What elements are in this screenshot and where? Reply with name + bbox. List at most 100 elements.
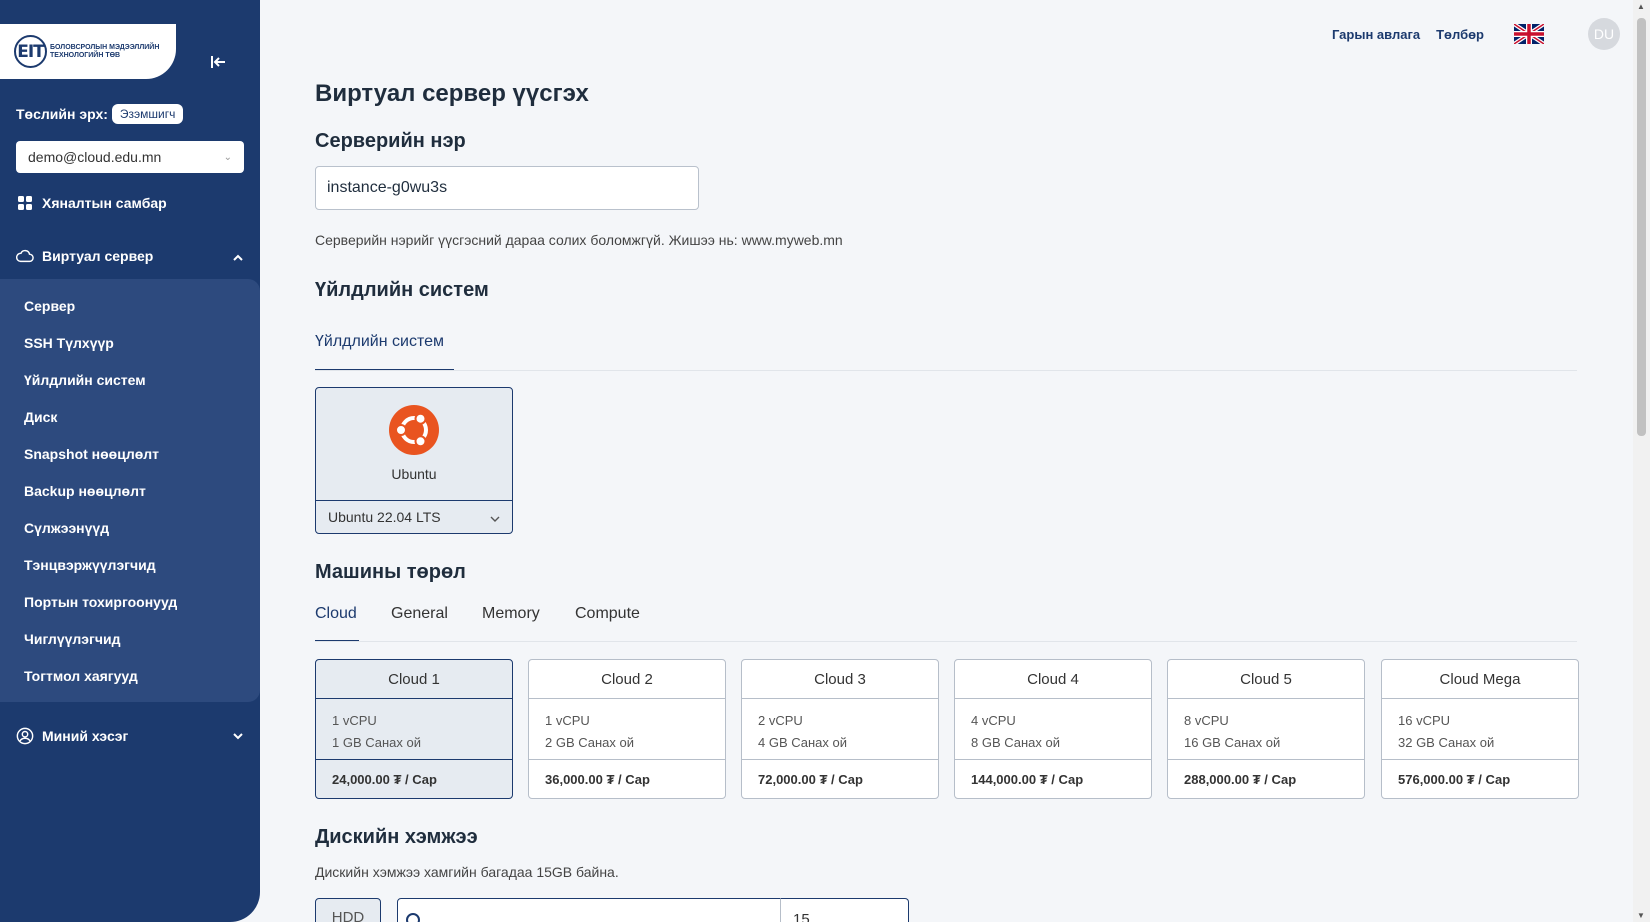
tab-general[interactable]: General (391, 605, 448, 623)
server-name-hint: Серверийн нэрийг үүсгэсний дараа солих б… (315, 232, 843, 248)
submenu-item-ssh-key[interactable]: SSH Түлхүүр (24, 335, 114, 351)
scroll-up-icon[interactable]: ▲ (1637, 2, 1645, 11)
sidebar: EIT БОЛОВСРОЛЫН МЭДЭЭЛЛИЙН ТЕХНОЛОГИЙН Т… (0, 0, 260, 922)
chevron-up-icon (232, 248, 244, 264)
disk-type-button[interactable]: HDD (315, 898, 381, 922)
os-name: Ubuntu (391, 466, 437, 482)
submenu-item-server[interactable]: Сервер (24, 298, 75, 314)
plan-ram: 2 GB Санах ой (545, 735, 635, 750)
scroll-down-icon[interactable]: ▼ (1637, 911, 1645, 920)
nav-dashboard[interactable]: Хяналтын самбар (16, 194, 244, 212)
nav-virtual-server-label: Виртуал сервер (42, 248, 154, 264)
plan-ram: 16 GB Санах ой (1184, 735, 1281, 750)
account-value: demo@cloud.edu.mn (28, 149, 162, 165)
role-badge: Эзэмшигч (111, 104, 184, 124)
plan-name: Cloud 3 (742, 660, 938, 699)
cloud-icon (16, 247, 34, 265)
plan-name: Cloud 4 (955, 660, 1151, 699)
grid-icon (16, 194, 34, 212)
plan-name: Cloud 2 (529, 660, 725, 699)
slider-handle[interactable] (406, 913, 420, 922)
role-label: Төслийн эрх: (16, 106, 108, 122)
disk-size-input[interactable]: 15 (780, 898, 909, 922)
server-name-input[interactable]: instance-g0wu3s (315, 166, 699, 210)
os-card-ubuntu[interactable]: Ubuntu Ubuntu 22.04 LTS (315, 387, 513, 534)
submenu-item-os[interactable]: Үйлдлийн систем (24, 372, 146, 388)
os-version-select[interactable]: Ubuntu 22.04 LTS (316, 500, 512, 533)
plan-card[interactable]: Cloud 4 4 vCPU 8 GB Санах ой 144,000.00 … (954, 659, 1152, 799)
tab-os[interactable]: Үйлдлийн систем (315, 333, 444, 351)
virtual-server-submenu: Сервер SSH Түлхүүр Үйлдлийн систем Диск … (0, 279, 260, 702)
plan-specs: 16 vCPU 32 GB Санах ой (1382, 699, 1578, 760)
uk-flag-icon[interactable] (1514, 24, 1544, 44)
plan-price: 72,000.00 ₮ / Сар (758, 771, 863, 787)
nav-my-section-label: Миний хэсэг (42, 728, 129, 744)
plan-price: 36,000.00 ₮ / Сар (545, 771, 650, 787)
plan-name: Cloud 5 (1168, 660, 1364, 699)
server-name-heading: Серверийн нэр (315, 130, 466, 152)
plan-specs: 8 vCPU 16 GB Санах ой (1168, 699, 1364, 760)
tab-cloud[interactable]: Cloud (315, 605, 357, 623)
collapse-sidebar-button[interactable] (206, 50, 230, 74)
plan-specs: 1 vCPU 1 GB Санах ой (316, 699, 512, 760)
plan-price: 288,000.00 ₮ / Сар (1184, 771, 1297, 787)
nav-virtual-server[interactable]: Виртуал сервер (16, 247, 244, 265)
account-select[interactable]: demo@cloud.edu.mn ⌄ (16, 141, 244, 173)
chevron-down-icon (490, 509, 500, 525)
submenu-item-routers[interactable]: Чиглүүлэгчид (24, 631, 120, 647)
guide-link[interactable]: Гарын авлага (1332, 27, 1420, 42)
os-tab-divider (315, 370, 1577, 371)
submenu-item-load-balancers[interactable]: Тэнцвэржүүлэгчид (24, 557, 156, 573)
plan-cpu: 8 vCPU (1184, 713, 1229, 728)
plan-cpu: 1 vCPU (545, 713, 590, 728)
ubuntu-logo-icon (389, 405, 439, 455)
disk-size-slider[interactable] (397, 898, 781, 922)
logo[interactable]: EIT БОЛОВСРОЛЫН МЭДЭЭЛЛИЙН ТЕХНОЛОГИЙН Т… (0, 24, 176, 79)
plan-cpu: 16 vCPU (1398, 713, 1451, 728)
page-title: Виртуал сервер үүсгэх (315, 80, 589, 107)
plan-specs: 1 vCPU 2 GB Санах ой (529, 699, 725, 760)
plan-price: 24,000.00 ₮ / Сар (332, 771, 437, 787)
plan-specs: 2 vCPU 4 GB Санах ой (742, 699, 938, 760)
submenu-item-backup[interactable]: Backup нөөцлөлт (24, 483, 146, 499)
chevron-down-icon (232, 728, 244, 744)
plan-ram: 8 GB Санах ой (971, 735, 1061, 750)
nav-dashboard-label: Хяналтын самбар (42, 195, 167, 211)
plan-card[interactable]: Cloud 3 2 vCPU 4 GB Санах ой 72,000.00 ₮… (741, 659, 939, 799)
submenu-item-networks[interactable]: Сүлжээнүүд (24, 520, 109, 536)
scroll-thumb[interactable] (1637, 18, 1646, 436)
machine-type-heading: Машины төрөл (315, 561, 466, 583)
os-heading: Үйлдлийн систем (315, 279, 489, 301)
chevron-down-icon: ⌄ (223, 151, 232, 163)
page-scrollbar[interactable]: ▲ ▼ (1633, 0, 1650, 922)
plan-cpu: 2 vCPU (758, 713, 803, 728)
user-circle-icon (16, 727, 34, 745)
disk-size-hint: Дискийн хэмжээ хамгийн багадаа 15GB байн… (315, 864, 619, 880)
plan-card[interactable]: Cloud Mega 16 vCPU 32 GB Санах ой 576,00… (1381, 659, 1579, 799)
submenu-item-static-ips[interactable]: Тогтмол хаягууд (24, 668, 138, 684)
submenu-item-snapshot[interactable]: Snapshot нөөцлөлт (24, 446, 159, 462)
submenu-item-port-settings[interactable]: Портын тохиргоонууд (24, 594, 177, 610)
plan-name: Cloud Mega (1382, 660, 1578, 699)
nav-my-section[interactable]: Миний хэсэг (16, 727, 244, 745)
plan-name: Cloud 1 (316, 660, 512, 699)
payment-link[interactable]: Төлбөр (1436, 27, 1484, 42)
plan-ram: 4 GB Санах ой (758, 735, 848, 750)
plan-card[interactable]: Cloud 1 1 vCPU 1 GB Санах ой 24,000.00 ₮… (315, 659, 513, 799)
plan-card[interactable]: Cloud 5 8 vCPU 16 GB Санах ой 288,000.00… (1167, 659, 1365, 799)
disk-size-heading: Дискийн хэмжээ (315, 826, 478, 848)
plan-cpu: 4 vCPU (971, 713, 1016, 728)
plan-cpu: 1 vCPU (332, 713, 377, 728)
os-version-value: Ubuntu 22.04 LTS (328, 509, 441, 525)
logo-text: БОЛОВСРОЛЫН МЭДЭЭЛЛИЙН ТЕХНОЛОГИЙН ТӨВ (50, 43, 160, 59)
project-role: Төслийн эрх: Эзэмшигч (16, 104, 184, 124)
plan-ram: 32 GB Санах ой (1398, 735, 1495, 750)
plan-price: 576,000.00 ₮ / Сар (1398, 771, 1511, 787)
tab-compute[interactable]: Compute (575, 605, 640, 623)
logo-mark: EIT (14, 35, 47, 68)
machine-tab-divider (315, 641, 1577, 642)
submenu-item-disk[interactable]: Диск (24, 409, 57, 425)
plan-card[interactable]: Cloud 2 1 vCPU 2 GB Санах ой 36,000.00 ₮… (528, 659, 726, 799)
tab-memory[interactable]: Memory (482, 605, 540, 623)
avatar[interactable]: DU (1588, 18, 1620, 50)
